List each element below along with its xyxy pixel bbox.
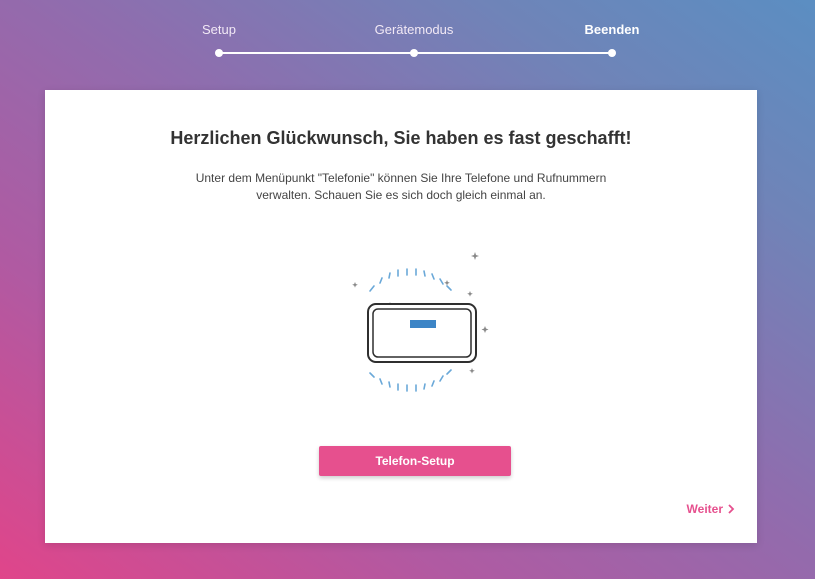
progress-stepper: Setup Gerätemodus Beenden [0, 0, 815, 70]
device-screen [410, 320, 436, 328]
page-title: Herzlichen Glückwunsch, Sie haben es fas… [170, 128, 632, 148]
chevron-right-icon [727, 503, 735, 515]
telefon-setup-button[interactable]: Telefon-Setup [319, 446, 511, 476]
next-link-label: Weiter [686, 502, 723, 516]
next-link[interactable]: Weiter [687, 502, 735, 516]
sparkle-stars-outer [352, 282, 358, 288]
description-text: Unter dem Menüpunkt "Telefonie" können S… [195, 171, 607, 202]
step-label-geraetemodus: Gerätemodus [374, 22, 454, 37]
sparkle-lines-bottom [369, 369, 452, 392]
step-label-beenden: Beenden [584, 22, 640, 37]
step-dot-beenden [608, 49, 616, 57]
router-device-icon [352, 252, 489, 392]
step-dot-geraetemodus [410, 49, 418, 57]
step-dot-setup [215, 49, 223, 57]
step-label-setup: Setup [202, 22, 236, 37]
device-inner-frame [372, 308, 472, 358]
content-card: Herzlichen Glückwunsch, Sie haben es fas… [45, 90, 757, 543]
sparkle-lines-top [369, 268, 452, 292]
